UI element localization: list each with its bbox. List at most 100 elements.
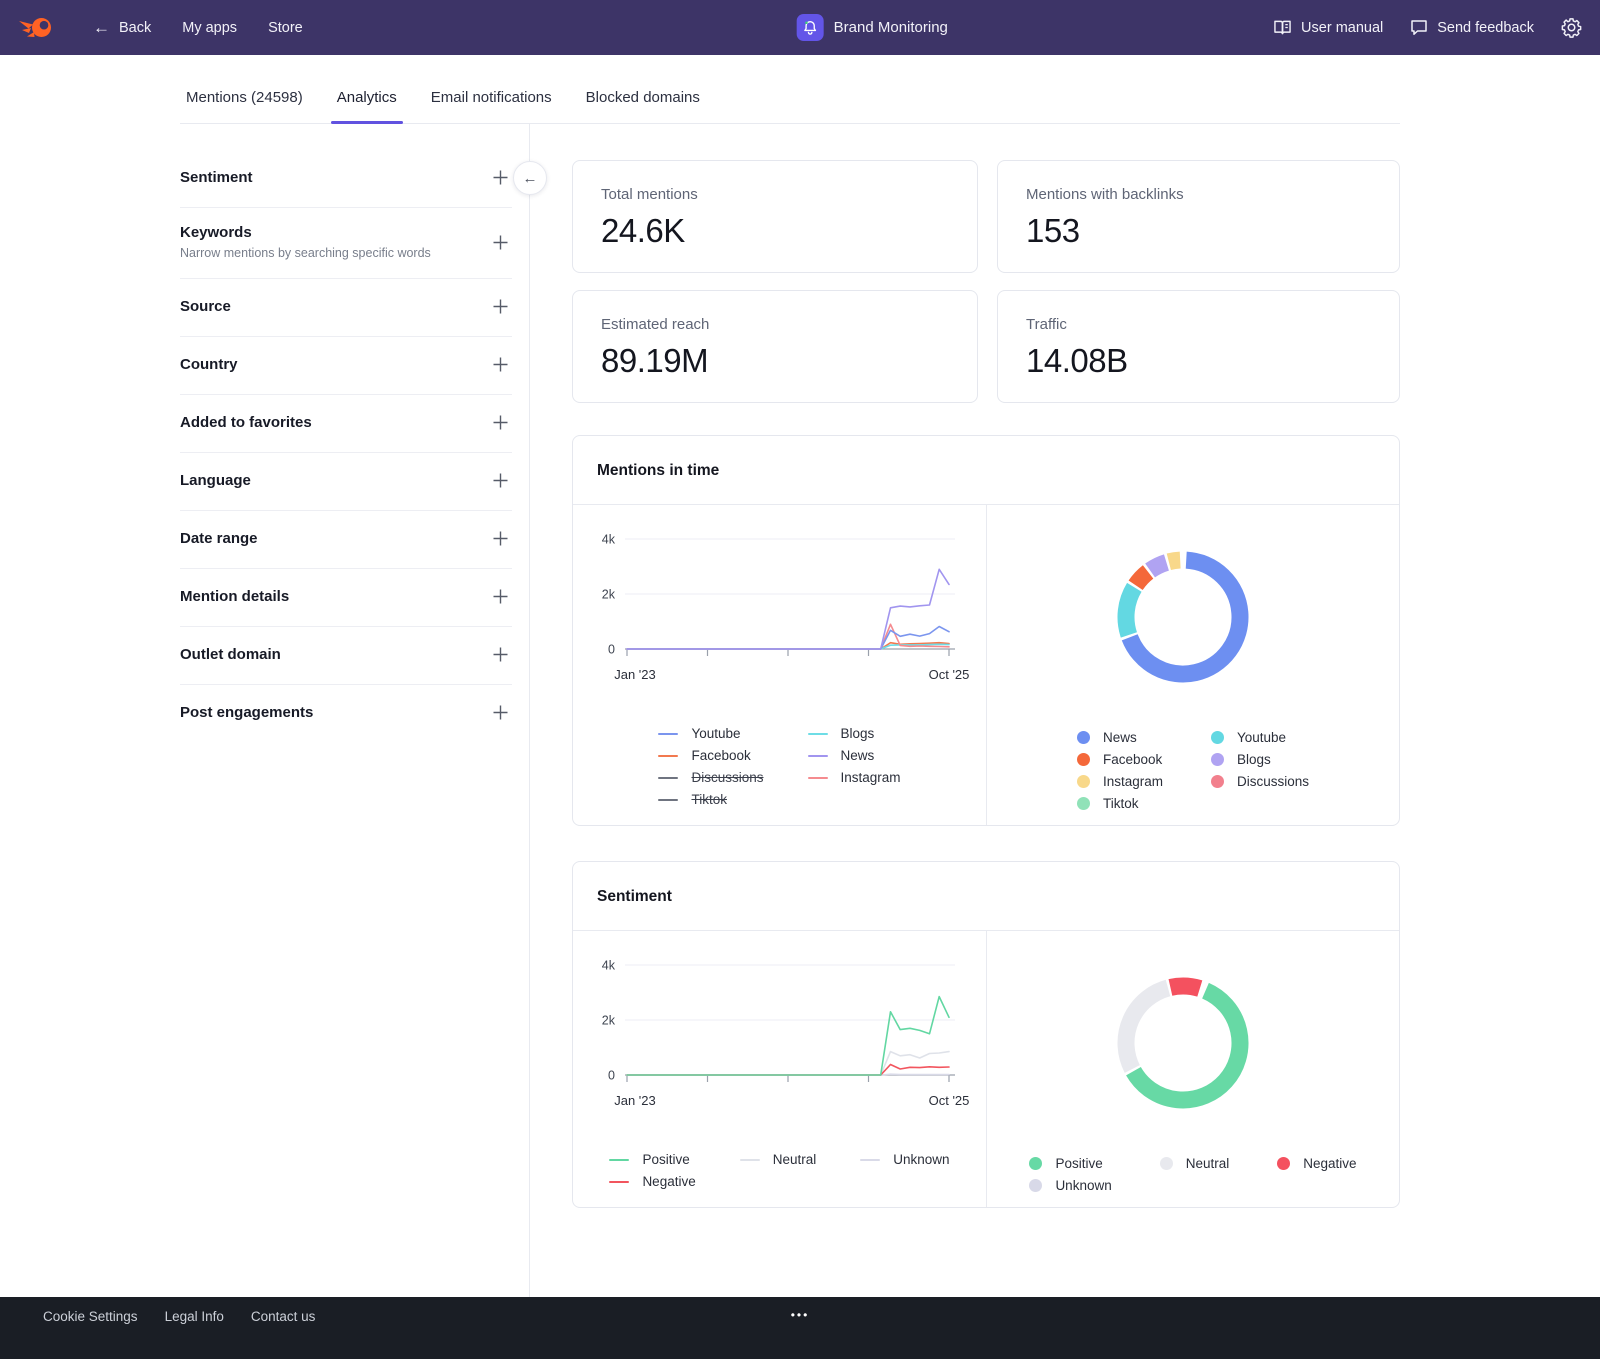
svg-text:0: 0 [608,643,615,657]
back-arrow-icon: ← [93,19,110,36]
back-button[interactable]: ← Back [93,19,151,36]
filter-language[interactable]: Language [180,453,512,511]
filter-country[interactable]: Country [180,337,512,395]
filter-added-to-favorites[interactable]: Added to favorites [180,395,512,453]
legend-label: Facebook [1103,752,1162,767]
user-manual-label: User manual [1301,20,1383,36]
legend-label: Blogs [841,726,875,741]
legend-item-youtube[interactable]: Youtube [658,726,763,741]
stat-label: Mentions with backlinks [1026,186,1371,203]
tab-email-notifications[interactable]: Email notifications [425,75,558,123]
add-filter-button[interactable] [489,411,512,434]
stat-card-mentions-with-backlinks: Mentions with backlinks 153 [997,160,1400,273]
stat-value: 89.19M [601,342,949,380]
filter-keywords[interactable]: Keywords Narrow mentions by searching spe… [180,208,512,279]
legend-label: News [1103,730,1137,745]
legend-item-discussions[interactable]: Discussions [1211,774,1309,789]
legend-item-facebook[interactable]: Facebook [1077,752,1163,767]
legend-label: Positive [642,1152,689,1167]
tab-mentions[interactable]: Mentions (24598) [180,75,309,123]
filter-post-engagements[interactable]: Post engagements [180,685,512,742]
legend-item-negative[interactable]: Negative [1277,1156,1356,1171]
legend-item-positive[interactable]: Positive [1029,1156,1111,1171]
plus-icon [491,529,510,548]
add-filter-button[interactable] [489,353,512,376]
analytics-main: Total mentions 24.6K Mentions with backl… [572,160,1400,1208]
legend-dot-icon [1077,753,1090,766]
svg-text:4k: 4k [601,959,615,973]
my-apps-button[interactable]: My apps [182,20,237,36]
footer-cookie-settings[interactable]: Cookie Settings [43,1307,138,1327]
send-feedback-button[interactable]: Send feedback [1410,19,1534,36]
settings-gear-icon[interactable] [1561,17,1582,38]
footer-more-button[interactable]: ••• [791,1305,810,1325]
filter-title: Post engagements [180,704,313,721]
stat-label: Total mentions [601,186,949,203]
legend-dot-icon [1211,753,1224,766]
top-navbar: ← Back My apps Store Brand Monitoring Us… [0,0,1600,55]
legend-item-tiktok[interactable]: Tiktok [658,792,763,807]
legend-item-unknown[interactable]: Unknown [860,1152,949,1167]
footer-legal-info[interactable]: Legal Info [165,1307,224,1327]
legend-item-tiktok[interactable]: Tiktok [1077,796,1163,811]
legend-item-neutral[interactable]: Neutral [1160,1156,1230,1171]
store-button[interactable]: Store [268,20,303,36]
collapse-sidebar-button[interactable]: ← [513,161,547,195]
app-header: Brand Monitoring [797,0,948,55]
legend-item-negative[interactable]: Negative [609,1174,695,1189]
donut-chart-legend: News Youtube Facebook Blogs Instagram Discuss… [1077,730,1309,811]
legend-item-instagram[interactable]: Instagram [1077,774,1163,789]
tab-analytics[interactable]: Analytics [331,75,403,123]
legend-label: Neutral [1186,1156,1230,1171]
tab-blocked-domains[interactable]: Blocked domains [580,75,706,123]
add-filter-button[interactable] [489,295,512,318]
legend-item-facebook[interactable]: Facebook [658,748,763,763]
plus-icon [491,233,510,252]
filter-date-range[interactable]: Date range [180,511,512,569]
legend-dash-icon [808,733,828,735]
line-chart-canvas: 02k4kJan '23Oct '25 [573,947,987,1136]
plus-icon [491,703,510,722]
filter-title: Keywords [180,224,431,241]
user-manual-button[interactable]: User manual [1273,19,1383,36]
legend-item-news[interactable]: News [808,748,901,763]
legend-label: Instagram [841,770,901,785]
svg-text:Oct '25: Oct '25 [928,667,969,682]
legend-label: Youtube [691,726,740,741]
filter-title: Date range [180,530,258,547]
plus-icon [491,297,510,316]
legend-item-discussions[interactable]: Discussions [658,770,763,785]
add-filter-button[interactable] [489,166,512,189]
legend-item-news[interactable]: News [1077,730,1163,745]
filter-mention-details[interactable]: Mention details [180,569,512,627]
legend-item-neutral[interactable]: Neutral [740,1152,817,1167]
legend-dot-icon [1160,1157,1173,1170]
add-filter-button[interactable] [489,585,512,608]
filter-source[interactable]: Source [180,279,512,337]
add-filter-button[interactable] [489,469,512,492]
legend-item-positive[interactable]: Positive [609,1152,695,1167]
add-filter-button[interactable] [489,701,512,724]
add-filter-button[interactable] [489,231,512,254]
legend-label: Unknown [893,1152,949,1167]
filter-title: Mention details [180,588,289,605]
legend-item-instagram[interactable]: Instagram [808,770,901,785]
footer-contact-us[interactable]: Contact us [251,1307,316,1327]
legend-item-youtube[interactable]: Youtube [1211,730,1309,745]
filter-outlet-domain[interactable]: Outlet domain [180,627,512,685]
filter-sentiment[interactable]: Sentiment [180,150,512,208]
sentiment-card: Sentiment 02k4kJan '23Oct '25 PositiveNe… [572,861,1400,1208]
add-filter-button[interactable] [489,643,512,666]
legend-item-blogs[interactable]: Blogs [808,726,901,741]
line-chart-canvas: 02k4kJan '23Oct '25 [573,521,987,710]
semrush-logo-icon[interactable] [18,12,54,44]
filter-subtitle: Narrow mentions by searching specific wo… [180,246,431,260]
add-filter-button[interactable] [489,527,512,550]
legend-dash-icon [609,1159,629,1161]
legend-item-blogs[interactable]: Blogs [1211,752,1309,767]
filters-sidebar: Sentiment Keywords Narrow mentions by sear… [180,150,512,742]
legend-dash-icon [808,755,828,757]
legend-label: Discussions [1237,774,1309,789]
legend-item-unknown[interactable]: Unknown [1029,1178,1111,1193]
filter-title: Outlet domain [180,646,281,663]
